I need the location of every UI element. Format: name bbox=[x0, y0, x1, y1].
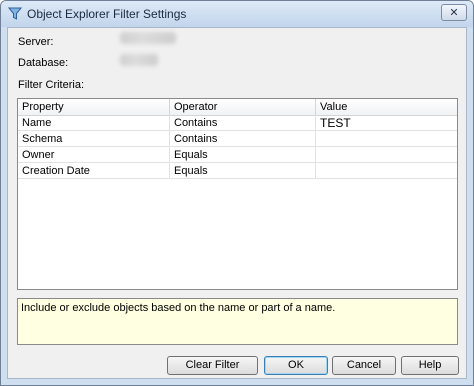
title-bar: Object Explorer Filter Settings ✕ bbox=[1, 1, 473, 27]
table-row[interactable]: Schema Contains bbox=[18, 131, 457, 147]
cancel-button[interactable]: Cancel bbox=[332, 356, 396, 375]
grid-header: Property Operator Value bbox=[18, 99, 457, 116]
filter-icon bbox=[7, 7, 23, 21]
operator-cell[interactable]: Contains bbox=[170, 115, 316, 131]
description-text: Include or exclude objects based on the … bbox=[21, 302, 336, 314]
column-header-operator[interactable]: Operator bbox=[170, 99, 316, 115]
operator-cell[interactable]: Contains bbox=[170, 131, 316, 147]
clear-filter-button[interactable]: Clear Filter bbox=[167, 356, 258, 375]
filter-settings-dialog: Object Explorer Filter Settings ✕ Server… bbox=[0, 0, 474, 386]
server-label: Server: bbox=[18, 36, 54, 48]
database-label: Database: bbox=[18, 57, 69, 69]
value-cell[interactable] bbox=[316, 147, 457, 163]
operator-cell[interactable]: Equals bbox=[170, 163, 316, 179]
dialog-body: Server: Database: Filter Criteria: Prope… bbox=[7, 27, 467, 379]
table-row[interactable]: Creation Date Equals bbox=[18, 163, 457, 179]
ok-button[interactable]: OK bbox=[264, 356, 328, 375]
window-title: Object Explorer Filter Settings bbox=[27, 7, 187, 21]
help-button[interactable]: Help bbox=[401, 356, 459, 375]
column-header-property[interactable]: Property bbox=[18, 99, 170, 115]
property-cell: Schema bbox=[18, 131, 170, 147]
operator-cell[interactable]: Equals bbox=[170, 147, 316, 163]
value-cell[interactable] bbox=[316, 163, 457, 179]
table-row[interactable]: Owner Equals bbox=[18, 147, 457, 163]
value-cell[interactable] bbox=[316, 131, 457, 147]
filter-criteria-label: Filter Criteria: bbox=[18, 79, 85, 91]
property-cell: Owner bbox=[18, 147, 170, 163]
filter-criteria-grid: Property Operator Value Name Contains TE… bbox=[17, 98, 458, 290]
table-row[interactable]: Name Contains TEST bbox=[18, 115, 457, 131]
description-panel: Include or exclude objects based on the … bbox=[17, 298, 458, 345]
close-icon: ✕ bbox=[449, 6, 459, 19]
server-value-redacted bbox=[120, 32, 176, 44]
database-value-redacted bbox=[120, 54, 158, 66]
property-cell: Creation Date bbox=[18, 163, 170, 179]
property-cell: Name bbox=[18, 115, 170, 131]
close-button[interactable]: ✕ bbox=[441, 4, 467, 21]
column-header-value[interactable]: Value bbox=[316, 99, 457, 115]
value-cell[interactable]: TEST bbox=[316, 115, 457, 131]
